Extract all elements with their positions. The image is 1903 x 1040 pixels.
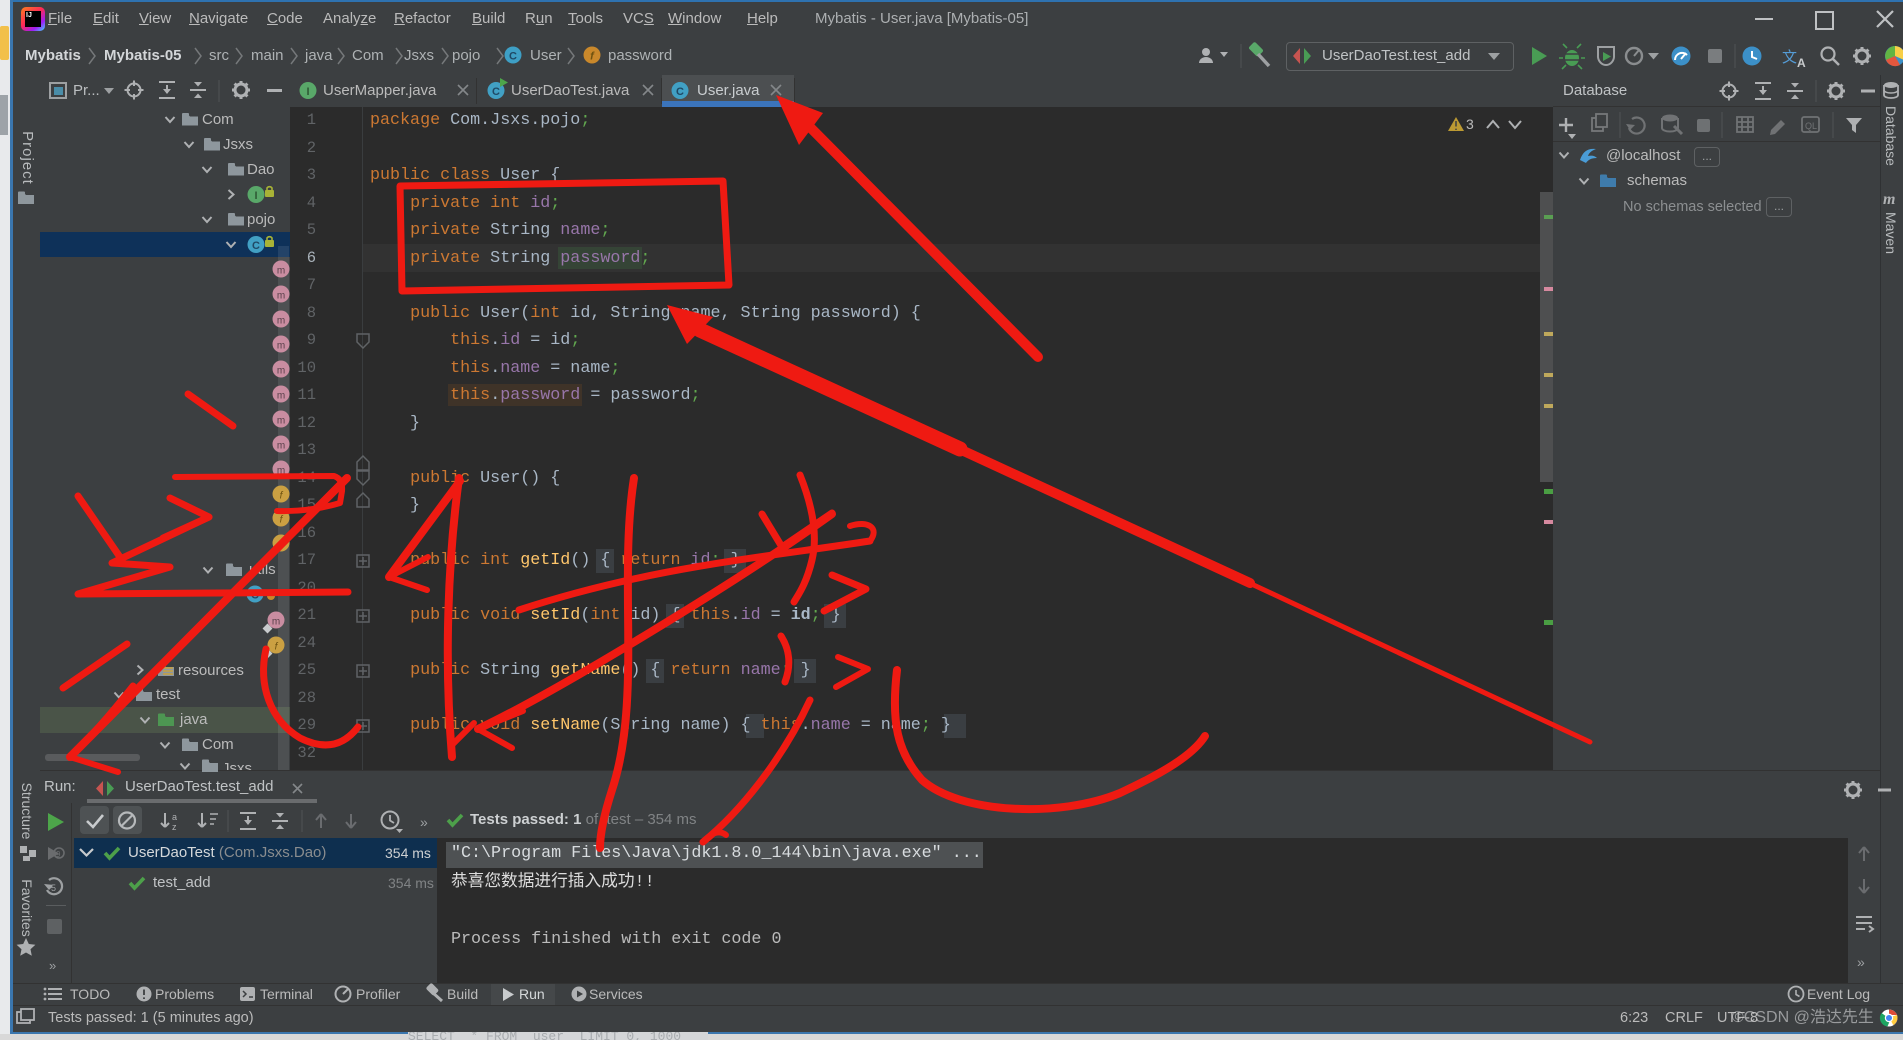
svg-text:9: 9 (56, 850, 61, 859)
svg-text:C: C (492, 86, 500, 98)
svg-text:m: m (277, 416, 285, 427)
svg-text:I: I (306, 86, 309, 98)
svg-text:C: C (252, 240, 260, 252)
svg-text:QL: QL (1805, 121, 1817, 131)
svg-text:m: m (277, 366, 285, 377)
svg-text:»: » (49, 958, 56, 973)
svg-text:»: » (420, 814, 428, 830)
svg-text:z: z (172, 822, 177, 832)
svg-text:m: m (277, 441, 285, 452)
svg-text:m: m (1883, 191, 1895, 208)
svg-text:A: A (1797, 56, 1806, 70)
svg-text:C: C (676, 86, 684, 98)
svg-text:m: m (277, 316, 285, 327)
svg-text:I: I (254, 190, 257, 202)
svg-text:文: 文 (1782, 49, 1797, 66)
svg-text:m: m (277, 266, 285, 277)
svg-text:m: m (277, 291, 285, 302)
svg-text:»: » (1857, 954, 1865, 970)
svg-text:C: C (509, 51, 517, 63)
svg-text:m: m (272, 617, 280, 628)
svg-text:a: a (172, 812, 177, 822)
svg-text:m: m (277, 341, 285, 352)
svg-text:m: m (277, 391, 285, 402)
svg-text:5: 5 (51, 883, 56, 893)
